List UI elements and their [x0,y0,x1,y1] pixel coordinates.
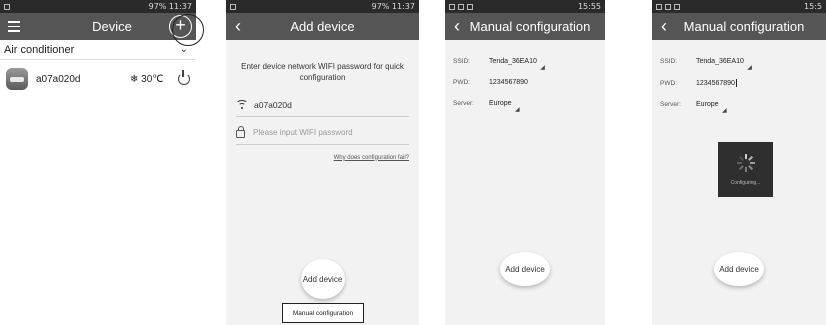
dropdown-caret-icon: ◢ [540,65,545,71]
pwd-row: PWD: 1234567890 [652,79,826,87]
loading-text: Configuring... [730,179,761,186]
back-arrow-icon[interactable]: ‹ [652,16,676,37]
server-dropdown[interactable]: Europe ◢ [489,100,520,113]
server-dropdown[interactable]: Europe ◢ [696,101,727,114]
device-list-screen: 97% 11:37 Device + Air conditioner ⌄ a07… [0,0,196,325]
pwd-row: PWD: 1234567890 [445,79,605,86]
wifi-ssid: a07a020d [254,99,292,110]
manual-configuration-screen: 15:55 ‹ Manual configuration SSID: Tenda… [445,0,605,325]
pwd-input[interactable]: 1234567890 [489,79,528,86]
loading-dialog: Configuring... [718,142,773,197]
wifi-icon [236,99,248,110]
title-bar: ‹ Manual configuration [445,13,605,40]
ssid-row: SSID: Tenda_36EA10 ◢ [652,58,826,71]
manual-configuration-button[interactable]: Manual configuration [282,303,364,323]
configuration-help-link[interactable]: Why does configuration fail? [236,155,409,161]
server-label: Server: [660,101,681,108]
ssid-row: SSID: Tenda_36EA10 ◢ [445,58,605,71]
manual-configuration-loading-screen: 15:5 ‹ Manual configuration SSID: Tenda_… [652,0,826,325]
status-bar-time: 97% 11:37 [148,2,192,11]
add-device-button[interactable]: Add device [300,259,345,299]
ssid-dropdown[interactable]: Tenda_36EA10 ◢ [696,58,752,71]
dropdown-caret-icon: ◢ [514,107,520,113]
device-name: a07a020d [36,73,81,85]
air-conditioner-icon [6,68,28,90]
category-header-air-conditioner[interactable]: Air conditioner ⌄ [0,40,196,60]
page-title: Manual configuration [469,19,591,34]
pwd-input[interactable]: 1234567890 [696,79,737,87]
device-temperature: ❄ 30℃ [130,73,164,85]
add-device-button[interactable]: Add device [500,252,550,286]
wifi-ssid-row: a07a020d [236,99,409,117]
password-placeholder: Please input WIFI password [253,127,353,137]
pwd-value: 1234567890 [696,79,735,87]
status-bar-time: 15:55 [577,2,601,11]
status-bar: 15:55 [445,0,605,13]
add-device-screen: 97% 11:37 ‹ Add device Enter device netw… [226,0,419,325]
pwd-label: PWD: [660,79,677,87]
server-row: Server: Europe ◢ [445,100,605,113]
status-bar-time: 15:5 [804,2,822,11]
page-title: Manual configuration [683,19,805,34]
dropdown-caret-icon: ◢ [721,108,727,114]
menu-icon[interactable] [0,21,28,32]
server-value: Europe [696,101,719,108]
category-label: Air conditioner [4,43,75,56]
spinner-icon [736,153,755,172]
status-bar: 97% 11:37 [0,0,196,13]
ssid-label: SSID: [660,58,677,65]
password-field[interactable]: Please input WIFI password [236,125,409,145]
back-arrow-icon[interactable]: ‹ [226,16,250,37]
pwd-label: PWD: [453,79,470,86]
text-cursor [735,79,737,87]
server-label: Server: [453,100,474,107]
back-arrow-icon[interactable]: ‹ [445,16,469,37]
ssid-dropdown[interactable]: Tenda_36EA10 ◢ [489,58,545,71]
lock-icon [236,125,245,138]
instruction-text: Enter device network WIFI password for q… [241,62,404,82]
status-bar-time: 97% 11:37 [371,2,415,11]
page-title: Add device [290,19,355,34]
status-bar: 15:5 [652,0,826,13]
highlight-circle [172,14,204,46]
title-bar: ‹ Manual configuration [652,13,826,40]
notification-icon [4,3,10,10]
server-row: Server: Europe ◢ [652,101,826,114]
ssid-value: Tenda_36EA10 [696,58,744,65]
ssid-label: SSID: [453,58,470,65]
status-bar: 97% 11:37 [226,0,419,13]
server-value: Europe [489,100,512,107]
device-list-item[interactable]: a07a020d ❄ 30℃ [0,60,196,98]
notification-icon [230,3,236,10]
dropdown-caret-icon: ◢ [747,65,752,71]
title-bar: ‹ Add device [226,13,419,40]
power-icon[interactable] [178,70,190,85]
ssid-value: Tenda_36EA10 [489,58,537,65]
title-bar: Device + [0,13,196,40]
add-device-button[interactable]: Add device [714,252,764,286]
